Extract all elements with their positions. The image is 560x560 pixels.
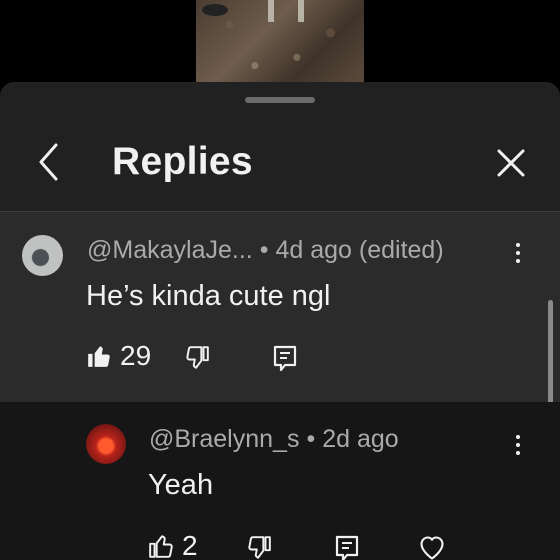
kebab-dot: [516, 259, 520, 263]
avatar[interactable]: [86, 424, 126, 464]
reply-time: 2d ago: [322, 425, 399, 453]
video-thumbnail[interactable]: [196, 0, 364, 82]
kebab-dot: [516, 251, 520, 255]
comment-author[interactable]: @MakaylaJe...: [87, 236, 253, 264]
reply-text: Yeah: [148, 469, 214, 501]
thumbnail-shadow: [202, 4, 228, 16]
dislike-button[interactable]: [184, 345, 210, 371]
drag-handle[interactable]: [245, 97, 315, 103]
like-button[interactable]: 2: [148, 530, 198, 560]
like-count: 29: [120, 340, 152, 371]
more-options-button[interactable]: [508, 430, 528, 460]
kebab-menu-icon: [516, 435, 520, 439]
reply-comment: @Braelynn_s • 2d ago Yeah 2: [0, 402, 560, 560]
comment-text: He’s kinda cute ngl: [86, 280, 331, 312]
heart-icon: [420, 536, 444, 560]
thumbs-down-icon: [186, 346, 209, 369]
back-button[interactable]: [34, 142, 64, 182]
reply-comment-icon: [273, 345, 297, 372]
thumbs-up-icon: [88, 346, 110, 367]
chevron-left-icon: [39, 143, 58, 181]
like-button[interactable]: 29: [86, 340, 151, 372]
like-count: 2: [182, 530, 198, 560]
kebab-menu-icon: [516, 243, 520, 247]
reply-meta: @Braelynn_s • 2d ago: [149, 425, 399, 454]
thumbs-up-icon: [149, 535, 173, 558]
more-options-button[interactable]: [508, 238, 528, 268]
comment-time: 4d ago (edited): [275, 236, 444, 264]
scrollbar[interactable]: [548, 300, 553, 404]
close-button[interactable]: [494, 146, 528, 180]
reply-button[interactable]: [335, 535, 359, 560]
comment-meta: @MakaylaJe... • 4d ago (edited): [87, 236, 444, 265]
thumbnail-tree-trunk: [268, 0, 274, 22]
thumbs-down-icon: [248, 536, 271, 559]
close-icon: [497, 149, 525, 177]
parent-comment: @MakaylaJe... • 4d ago (edited) He’s kinda…: [0, 212, 560, 459]
avatar[interactable]: [22, 235, 63, 276]
kebab-dot: [516, 443, 520, 447]
dislike-button[interactable]: [246, 535, 272, 560]
heart-button[interactable]: [418, 535, 446, 560]
kebab-dot: [516, 451, 520, 455]
reply-comment-icon: [335, 535, 359, 560]
meta-separator: •: [306, 425, 316, 453]
page-title: Replies: [112, 140, 253, 183]
thumbnail-tree-trunk: [298, 0, 304, 22]
meta-separator: •: [259, 236, 269, 264]
reply-button[interactable]: [273, 345, 297, 373]
reply-author[interactable]: @Braelynn_s: [149, 425, 299, 453]
replies-sheet: Replies @MakaylaJe... • 4d ago (edited) He…: [0, 82, 560, 560]
